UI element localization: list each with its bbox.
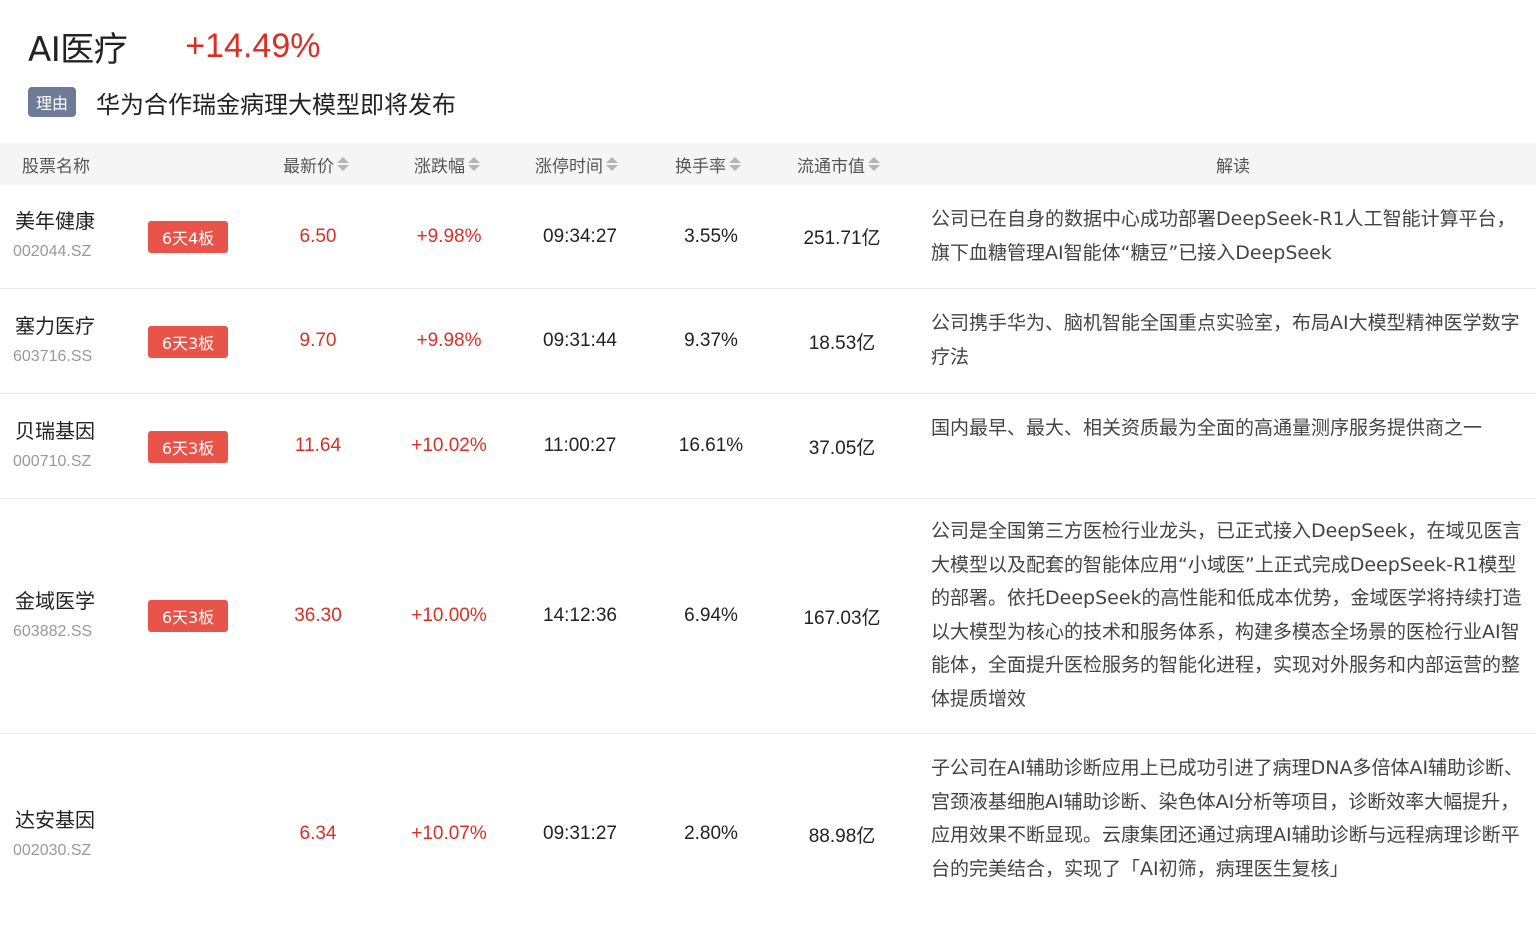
header-turnover[interactable]: 换手率 bbox=[675, 143, 741, 185]
limit-time-cell: 14:12:36 bbox=[543, 605, 617, 626]
header-explain: 解读 bbox=[1216, 143, 1250, 185]
stock-name[interactable]: 金域医学 bbox=[15, 585, 95, 614]
header-price-label: 最新价 bbox=[283, 156, 334, 177]
header-float-cap-label: 流通市值 bbox=[797, 156, 865, 177]
header-stock-name-label: 股票名称 bbox=[22, 156, 90, 177]
board-badge: 6天3板 bbox=[148, 600, 228, 632]
turnover-cell: 2.80% bbox=[684, 823, 738, 844]
float-cap-cell: 18.53亿 bbox=[808, 332, 876, 354]
limit-time-cell: 09:34:27 bbox=[543, 225, 617, 247]
stock-code: 002044.SZ bbox=[13, 243, 92, 260]
reason-text: 华为合作瑞金病理大模型即将发布 bbox=[96, 90, 456, 119]
stock-code: 002030.SZ bbox=[13, 842, 92, 859]
header-explain-label: 解读 bbox=[1216, 156, 1250, 177]
header-turnover-label: 换手率 bbox=[675, 156, 726, 177]
change-cell: +10.00% bbox=[411, 605, 487, 626]
explain-cell: 公司是全国第三方医检行业龙头，已正式接入DeepSeek，在域见医言大模型以及配… bbox=[931, 520, 1522, 710]
price-cell: 11.64 bbox=[294, 435, 342, 456]
change-cell: +10.02% bbox=[411, 435, 487, 456]
sector-change: +14.49% bbox=[185, 26, 321, 65]
stock-code: 603882.SS bbox=[13, 623, 93, 640]
sort-icon[interactable] bbox=[606, 157, 618, 171]
explain-cell: 国内最早、最大、相关资质最为全面的高通量测序服务提供商之一 bbox=[931, 417, 1483, 439]
header-limit-time-label: 涨停时间 bbox=[535, 156, 603, 177]
stock-name[interactable]: 美年健康 bbox=[15, 205, 95, 234]
table-header: 股票名称 最新价 涨跌幅 涨停时间 换手率 流通市值 解读 bbox=[0, 143, 1536, 185]
turnover-cell: 9.37% bbox=[684, 330, 738, 351]
sort-icon[interactable] bbox=[729, 157, 741, 171]
sort-icon[interactable] bbox=[337, 157, 349, 171]
board-badge: 6天3板 bbox=[148, 326, 228, 358]
explain-cell: 子公司在AI辅助诊断应用上已成功引进了病理DNA多倍体AI辅助诊断、宫颈液基细胞… bbox=[931, 757, 1524, 880]
turnover-cell: 3.55% bbox=[684, 225, 738, 247]
float-cap-cell: 251.71亿 bbox=[803, 228, 881, 249]
price-cell: 36.30 bbox=[294, 605, 342, 626]
change-cell: +9.98% bbox=[416, 330, 482, 351]
sort-icon[interactable] bbox=[868, 157, 880, 171]
reason-line: 理由 华为合作瑞金病理大模型即将发布 bbox=[28, 84, 456, 120]
price-cell: 6.34 bbox=[299, 823, 337, 844]
sector-header: AI医疗 +14.49% bbox=[28, 24, 321, 70]
price-cell: 6.50 bbox=[299, 225, 337, 247]
price-cell: 9.70 bbox=[299, 330, 337, 351]
header-limit-time[interactable]: 涨停时间 bbox=[535, 143, 618, 185]
reason-tag: 理由 bbox=[28, 87, 76, 117]
board-badge: 6天3板 bbox=[148, 431, 228, 463]
table-row[interactable]: 达安基因 002030.SZ 6.34 +10.07% 09:31:27 2.8… bbox=[0, 734, 1536, 925]
header-price[interactable]: 最新价 bbox=[283, 143, 349, 185]
explain-cell: 公司携手华为、脑机智能全国重点实验室，布局AI大模型精神医学数字疗法 bbox=[931, 312, 1520, 368]
float-cap-cell: 88.98亿 bbox=[808, 825, 876, 847]
stock-name[interactable]: 贝瑞基因 bbox=[15, 415, 95, 444]
header-change-label: 涨跌幅 bbox=[414, 156, 465, 177]
board-badge: 6天4板 bbox=[148, 221, 228, 253]
header-change[interactable]: 涨跌幅 bbox=[414, 143, 480, 185]
change-cell: +9.98% bbox=[416, 225, 482, 247]
stock-code: 603716.SS bbox=[13, 348, 93, 365]
stock-code: 000710.SZ bbox=[13, 453, 92, 470]
explain-cell: 公司已在自身的数据中心成功部署DeepSeek-R1人工智能计算平台，旗下血糖管… bbox=[931, 208, 1516, 264]
table-row[interactable]: 塞力医疗 603716.SS 6天3板 9.70 +9.98% 09:31:44… bbox=[0, 289, 1536, 394]
table-row[interactable]: 美年健康 002044.SZ 6天4板 6.50 +9.98% 09:34:27… bbox=[0, 185, 1536, 289]
turnover-cell: 6.94% bbox=[684, 605, 738, 626]
table-row[interactable]: 金域医学 603882.SS 6天3板 36.30 +10.00% 14:12:… bbox=[0, 499, 1536, 734]
table-row[interactable]: 贝瑞基因 000710.SZ 6天3板 11.64 +10.02% 11:00:… bbox=[0, 394, 1536, 499]
header-float-cap[interactable]: 流通市值 bbox=[797, 143, 880, 185]
limit-time-cell: 09:31:27 bbox=[543, 823, 617, 844]
stock-name[interactable]: 达安基因 bbox=[15, 804, 95, 833]
stock-name[interactable]: 塞力医疗 bbox=[15, 310, 95, 339]
limit-time-cell: 11:00:27 bbox=[543, 435, 617, 456]
limit-time-cell: 09:31:44 bbox=[543, 330, 617, 351]
header-stock-name: 股票名称 bbox=[22, 143, 90, 185]
float-cap-cell: 37.05亿 bbox=[808, 437, 876, 459]
sort-icon[interactable] bbox=[468, 157, 480, 171]
change-cell: +10.07% bbox=[411, 823, 487, 844]
sector-name: AI医疗 bbox=[28, 29, 128, 70]
float-cap-cell: 167.03亿 bbox=[803, 607, 881, 629]
turnover-cell: 16.61% bbox=[678, 435, 744, 456]
